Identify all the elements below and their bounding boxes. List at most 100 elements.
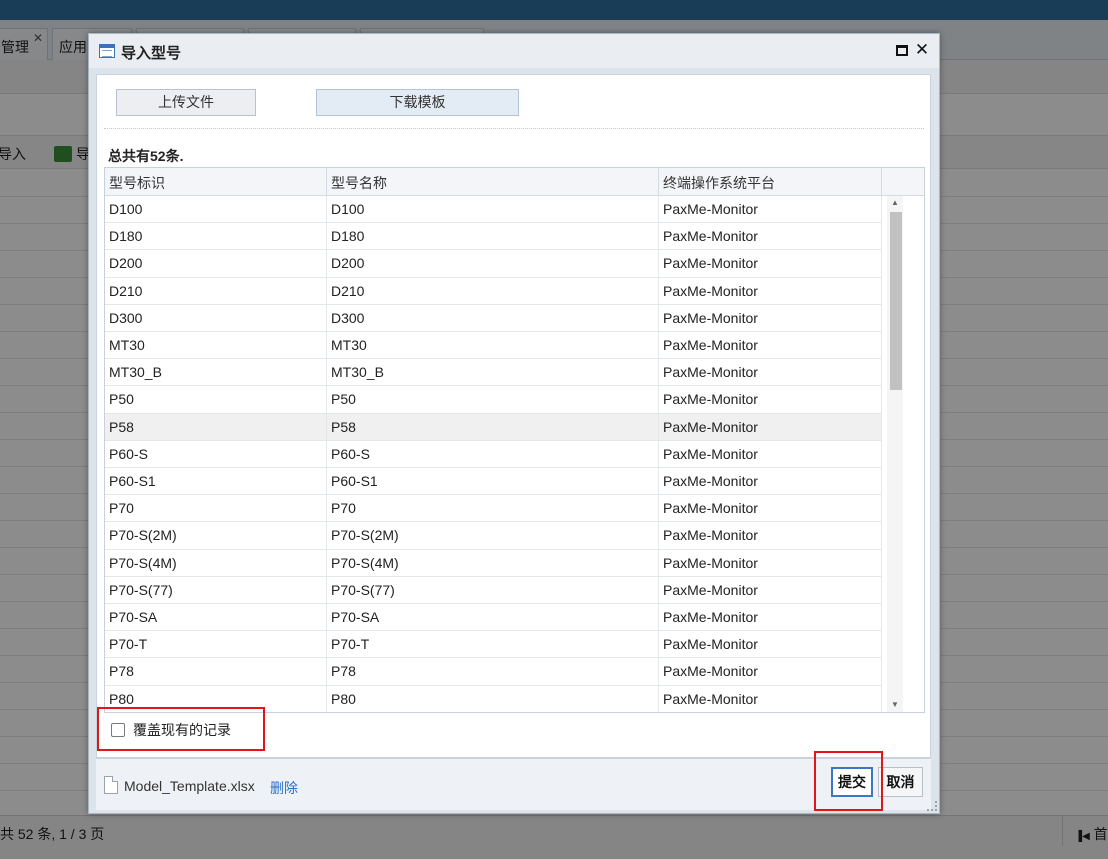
column-header-model-name[interactable]: 型号名称 bbox=[327, 168, 659, 195]
upload-file-button[interactable]: 上传文件 bbox=[116, 89, 256, 116]
table-row[interactable]: MT30 MT30 PaxMe-Monitor bbox=[105, 332, 882, 360]
file-icon bbox=[104, 776, 118, 794]
cell-os-platform: PaxMe-Monitor bbox=[659, 386, 882, 414]
table-row[interactable]: D100 D100 PaxMe-Monitor bbox=[105, 196, 882, 224]
cell-os-platform: PaxMe-Monitor bbox=[659, 549, 882, 577]
model-grid: 型号标识 型号名称 终端操作系统平台 D100 D100 PaxMe-Monitor… bbox=[104, 167, 925, 713]
cell-model-id: D200 bbox=[105, 250, 327, 278]
cell-model-name: D200 bbox=[327, 250, 659, 278]
table-row[interactable]: P70-SA P70-SA PaxMe-Monitor bbox=[105, 604, 882, 632]
cell-model-name: P80 bbox=[327, 685, 659, 712]
table-row[interactable]: D180 D180 PaxMe-Monitor bbox=[105, 223, 882, 251]
cell-os-platform: PaxMe-Monitor bbox=[659, 332, 882, 359]
cell-model-name: P58 bbox=[327, 413, 659, 441]
cell-model-id: D210 bbox=[105, 277, 327, 305]
cell-model-id: P78 bbox=[105, 658, 327, 686]
grid-header: 型号标识 型号名称 终端操作系统平台 bbox=[105, 168, 924, 196]
cell-model-id: D300 bbox=[105, 304, 327, 332]
close-button[interactable]: ✕ bbox=[913, 41, 931, 59]
cell-model-name: P70-S(4M) bbox=[327, 549, 659, 577]
cell-model-name: P70-S(77) bbox=[327, 576, 659, 604]
cell-model-name: P70 bbox=[327, 495, 659, 523]
table-row[interactable]: D200 D200 PaxMe-Monitor bbox=[105, 250, 882, 278]
table-row[interactable]: P50 P50 PaxMe-Monitor bbox=[105, 386, 882, 414]
annotation-overwrite-highlight bbox=[97, 707, 265, 751]
cell-model-name: D100 bbox=[327, 196, 659, 223]
cell-os-platform: PaxMe-Monitor bbox=[659, 685, 882, 712]
import-model-dialog: 导入型号 ✕ 上传文件 下载模板 总共有52条. 型号标识 型号名称 终端操作系… bbox=[88, 33, 940, 814]
cell-model-id: P60-S bbox=[105, 440, 327, 468]
table-row[interactable]: MT30_B MT30_B PaxMe-Monitor bbox=[105, 359, 882, 387]
cell-model-id: MT30_B bbox=[105, 359, 327, 387]
table-row[interactable]: P70-S(77) P70-S(77) PaxMe-Monitor bbox=[105, 576, 882, 604]
cell-os-platform: PaxMe-Monitor bbox=[659, 440, 882, 468]
cell-model-id: P70-SA bbox=[105, 604, 327, 631]
cell-os-platform: PaxMe-Monitor bbox=[659, 223, 882, 251]
cell-os-platform: PaxMe-Monitor bbox=[659, 495, 882, 523]
maximize-button[interactable] bbox=[893, 41, 911, 59]
cell-model-id: P70-T bbox=[105, 631, 327, 659]
total-count: 总共有52条. bbox=[108, 148, 184, 164]
divider bbox=[104, 128, 924, 129]
column-header-os-platform[interactable]: 终端操作系统平台 bbox=[659, 168, 882, 195]
scroll-up-icon[interactable]: ▲ bbox=[887, 196, 903, 210]
cell-model-id: D100 bbox=[105, 196, 327, 223]
cell-model-id: P70-S(4M) bbox=[105, 549, 327, 577]
cell-os-platform: PaxMe-Monitor bbox=[659, 196, 882, 223]
resize-grip-icon[interactable] bbox=[927, 801, 937, 811]
cell-model-id: P50 bbox=[105, 386, 327, 414]
close-icon: ✕ bbox=[914, 40, 930, 59]
table-row[interactable]: D300 D300 PaxMe-Monitor bbox=[105, 304, 882, 332]
cancel-button[interactable]: 取消 bbox=[878, 767, 923, 797]
cell-os-platform: PaxMe-Monitor bbox=[659, 250, 882, 278]
cell-model-name: P50 bbox=[327, 386, 659, 414]
cell-model-id: D180 bbox=[105, 223, 327, 251]
cell-model-id: MT30 bbox=[105, 332, 327, 359]
table-row[interactable]: D210 D210 PaxMe-Monitor bbox=[105, 277, 882, 305]
cell-os-platform: PaxMe-Monitor bbox=[659, 631, 882, 659]
scroll-thumb[interactable] bbox=[890, 212, 902, 390]
cell-model-name: P78 bbox=[327, 658, 659, 686]
dialog-body: 上传文件 下载模板 总共有52条. 型号标识 型号名称 终端操作系统平台 D10… bbox=[96, 74, 931, 758]
cell-os-platform: PaxMe-Monitor bbox=[659, 468, 882, 495]
cell-model-name: P70-SA bbox=[327, 604, 659, 631]
cell-model-name: D300 bbox=[327, 304, 659, 332]
annotation-submit-highlight bbox=[814, 751, 883, 811]
table-row[interactable]: P60-S P60-S PaxMe-Monitor bbox=[105, 440, 882, 468]
uploaded-file-name: Model_Template.xlsx bbox=[124, 778, 255, 794]
scroll-down-icon[interactable]: ▼ bbox=[887, 698, 903, 712]
cell-os-platform: PaxMe-Monitor bbox=[659, 359, 882, 387]
cell-model-name: P70-S(2M) bbox=[327, 522, 659, 550]
download-template-button[interactable]: 下载模板 bbox=[316, 89, 519, 116]
column-header-model-id[interactable]: 型号标识 bbox=[105, 168, 327, 195]
cell-model-id: P70 bbox=[105, 495, 327, 523]
cell-os-platform: PaxMe-Monitor bbox=[659, 576, 882, 604]
cell-model-id: P70-S(2M) bbox=[105, 522, 327, 550]
cell-model-name: MT30_B bbox=[327, 359, 659, 387]
grid-scrollbar[interactable]: ▲ ▼ bbox=[887, 196, 903, 712]
cell-os-platform: PaxMe-Monitor bbox=[659, 277, 882, 305]
cell-model-name: P60-S1 bbox=[327, 468, 659, 495]
cell-model-id: P58 bbox=[105, 413, 327, 441]
delete-file-link[interactable]: 删除 bbox=[270, 778, 298, 798]
cell-model-name: D180 bbox=[327, 223, 659, 251]
cell-os-platform: PaxMe-Monitor bbox=[659, 604, 882, 631]
cell-model-id: P70-S(77) bbox=[105, 576, 327, 604]
cell-model-id: P60-S1 bbox=[105, 468, 327, 495]
table-row[interactable]: P60-S1 P60-S1 PaxMe-Monitor bbox=[105, 468, 882, 496]
dialog-footer: Model_Template.xlsx 删除 提交 取消 bbox=[96, 758, 931, 810]
table-row[interactable]: P70-S(2M) P70-S(2M) PaxMe-Monitor bbox=[105, 522, 882, 550]
table-row[interactable]: P78 P78 PaxMe-Monitor bbox=[105, 658, 882, 686]
cell-model-name: P70-T bbox=[327, 631, 659, 659]
dialog-title: 导入型号 bbox=[121, 45, 182, 62]
table-row[interactable]: P70-S(4M) P70-S(4M) PaxMe-Monitor bbox=[105, 549, 882, 577]
cell-model-name: P60-S bbox=[327, 440, 659, 468]
table-row[interactable]: P70-T P70-T PaxMe-Monitor bbox=[105, 631, 882, 659]
table-row[interactable]: P58 P58 PaxMe-Monitor bbox=[105, 413, 882, 441]
table-row[interactable]: P70 P70 PaxMe-Monitor bbox=[105, 495, 882, 523]
cell-model-name: D210 bbox=[327, 277, 659, 305]
cell-os-platform: PaxMe-Monitor bbox=[659, 304, 882, 332]
cell-os-platform: PaxMe-Monitor bbox=[659, 522, 882, 550]
dialog-header[interactable]: 导入型号 ✕ bbox=[89, 34, 939, 68]
cell-os-platform: PaxMe-Monitor bbox=[659, 658, 882, 686]
